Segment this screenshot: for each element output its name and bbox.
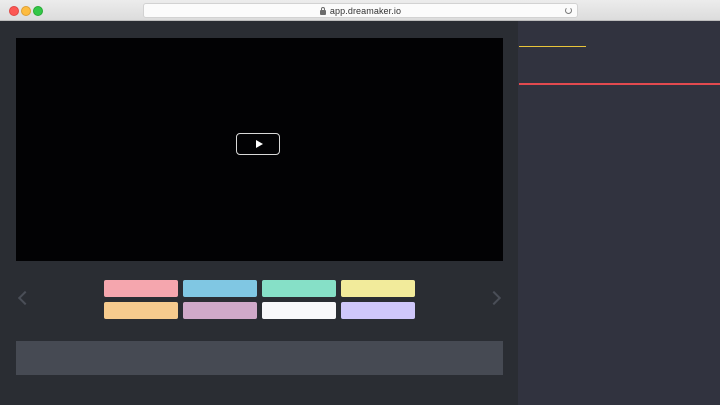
- browser-window: app.dreamaker.io: [0, 0, 720, 405]
- color-swatch-peach[interactable]: [104, 302, 178, 319]
- color-swatch-white[interactable]: [262, 302, 336, 319]
- color-swatch-mauve[interactable]: [183, 302, 257, 319]
- address-bar-content: app.dreamaker.io: [144, 4, 577, 17]
- close-window-button[interactable]: [9, 6, 19, 16]
- main-editor-pane: [0, 21, 518, 405]
- side-panel: [518, 21, 720, 405]
- red-accent-line: [519, 83, 720, 85]
- color-swatch-mint[interactable]: [262, 280, 336, 297]
- yellow-accent-line: [519, 46, 586, 47]
- address-bar[interactable]: app.dreamaker.io: [143, 3, 578, 18]
- play-button[interactable]: [236, 133, 280, 155]
- color-swatch-lemon[interactable]: [341, 280, 415, 297]
- browser-titlebar: app.dreamaker.io: [0, 0, 720, 21]
- reload-icon[interactable]: [565, 7, 572, 14]
- url-text: app.dreamaker.io: [329, 5, 402, 16]
- next-chevron-icon[interactable]: [486, 290, 502, 306]
- maximize-window-button[interactable]: [33, 6, 43, 16]
- video-preview[interactable]: [16, 38, 503, 261]
- caption-bar[interactable]: [16, 341, 503, 375]
- lock-icon: [319, 6, 326, 15]
- color-swatch-pink[interactable]: [104, 280, 178, 297]
- color-swatch-lavender[interactable]: [341, 302, 415, 319]
- play-icon: [255, 140, 263, 148]
- minimize-window-button[interactable]: [21, 6, 31, 16]
- color-swatch-sky[interactable]: [183, 280, 257, 297]
- previous-chevron-icon[interactable]: [17, 290, 33, 306]
